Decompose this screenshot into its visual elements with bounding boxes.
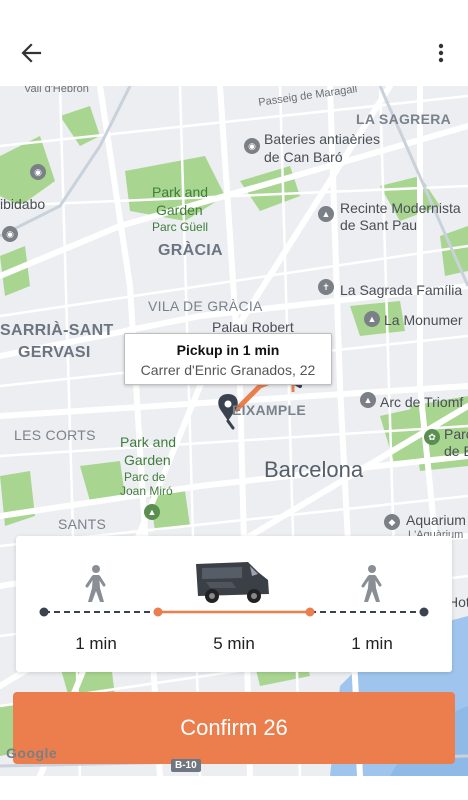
map-label-les-corts: LES CORTS [14,427,96,443]
map-label-vila-gracia: VILA DE GRÀCIA [148,298,263,314]
pickup-time-label: Pickup in 1 min [176,342,280,358]
map-label-park-guell-2: Garden [156,202,203,218]
map-label-recinte: Recinte Modernista [340,200,461,216]
map-label-parc-right: Parc [444,426,468,442]
map-label-vall-hebron: Vall d'Hebron [24,86,89,95]
arrow-left-icon [21,43,42,63]
poi-monument-icon: ▲ [360,392,376,408]
map-view[interactable]: Vall d'Hebron Passeig de Maragall LA SAG… [0,86,468,776]
map-label-aquarium: Aquarium [406,512,466,528]
map-label-bateries: Bateries antiaèries [264,131,380,147]
map-label-gracia: GRÀCIA [158,242,223,259]
poi-camera-icon: ◉ [30,164,46,180]
road-shield-b10: B-10 [171,759,201,772]
map-label-sagrada: La Sagrada Família [340,282,463,298]
walk-to-pickup-time: 1 min [75,634,117,653]
map-label-tibidabo: ibidabo [0,196,46,212]
map-label-park-miro-2: Garden [124,452,171,468]
map-label-sants: SANTS [58,516,107,532]
back-button[interactable] [14,36,48,70]
app-bar [0,0,468,86]
poi-aquarium-icon: ◆ [384,514,400,530]
map-label-joan-miro: Joan Miró [120,484,173,498]
map-label-parc-de: Parc de [124,470,166,484]
map-label-sant-pau: de Sant Pau [340,217,418,233]
map-label-eixample: EIXAMPLE [232,402,306,418]
map-label-monument: La Monumer [384,312,463,328]
pickup-tooltip[interactable]: Pickup in 1 min Carrer d'Enric Granados,… [124,333,332,385]
map-label-gervasi: GERVASI [18,344,91,361]
poi-camera-icon: ◉ [244,138,260,154]
map-label-la-sagrera: LA SAGRERA [356,111,452,127]
poi-park-icon: ✿ [424,429,440,445]
more-options-button[interactable] [424,36,458,70]
map-label-can-baro: de Can Baró [264,149,343,165]
map-label-de-b: de B [444,443,468,459]
map-label-park-miro-1: Park and [120,434,177,450]
map-label-parc-guell: Parc Güell [152,220,209,234]
poi-monument-icon: ▲ [364,311,380,327]
map-label-park-guell-1: Park and [152,184,209,200]
map-footer [0,776,468,800]
ride-time: 5 min [213,634,255,653]
confirm-button[interactable]: Confirm 26 [13,692,455,764]
walking-person-icon [361,565,382,602]
map-label-arc-triomf: Arc de Triomf [380,394,464,410]
route-summary-card: 1 min 5 min 1 min [16,536,452,672]
map-label-barcelona: Barcelona [264,457,364,482]
more-vertical-icon [438,43,444,63]
walk-to-destination-time: 1 min [351,634,393,653]
van-icon [196,562,269,603]
poi-museum-icon: ▲ [318,206,334,222]
map-label-sarria: SARRIÀ-SANT [0,322,114,339]
poi-church-icon: ✝ [318,279,334,295]
poi-camera-icon: ◉ [2,226,18,242]
poi-tree-icon: ▲ [144,504,160,520]
pickup-address: Carrer d'Enric Granados, 22 [140,362,316,378]
walking-person-icon [85,565,106,602]
google-logo: Google [6,745,58,761]
